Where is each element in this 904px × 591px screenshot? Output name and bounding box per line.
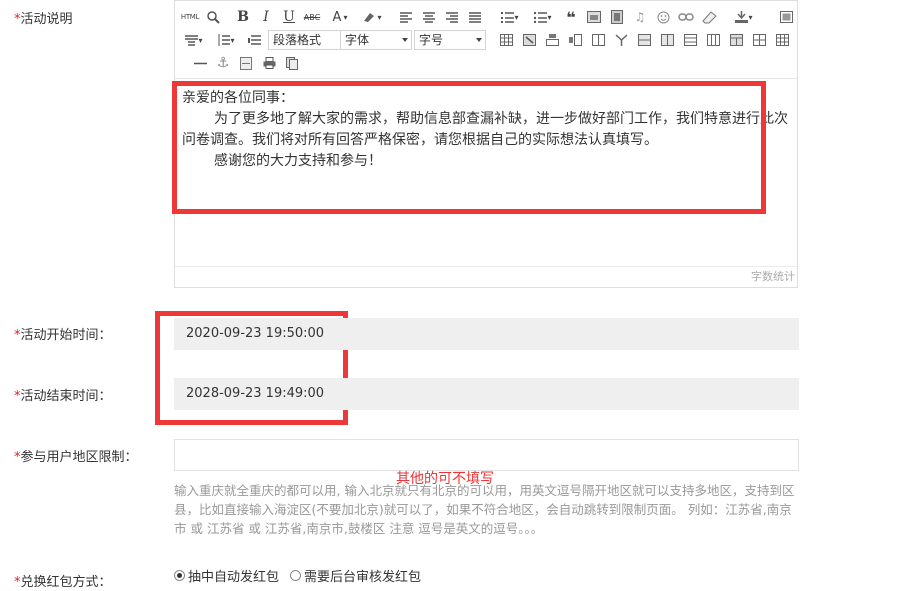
table-props-icon[interactable] [727, 31, 745, 49]
preview-icon[interactable] [204, 8, 222, 26]
radio-auto-redpack-dot[interactable] [174, 570, 185, 581]
blockquote-icon[interactable]: ❝ [562, 8, 580, 27]
link-icon[interactable] [677, 8, 695, 26]
horizontal-rule-icon[interactable] [191, 54, 209, 72]
radio-auto-redpack-label: 抽中自动发红包 [188, 570, 280, 585]
font-family-select[interactable]: 字体 [340, 30, 412, 50]
content-body: 为了更多地了解大家的需求，帮助信息部查漏补缺，进一步做好部门工作，我们特意进行此… [182, 111, 788, 148]
end-time-input[interactable]: 2028-09-23 19:49:00 [174, 378, 799, 410]
insert-table-icon[interactable] [497, 31, 515, 49]
line-height-icon[interactable]: ▾ [213, 31, 239, 49]
ordered-list-icon[interactable]: ▾ [497, 8, 523, 26]
insert-row-before-icon[interactable] [543, 31, 561, 49]
radio-manual-review-redpack[interactable]: 需要后台审核发红包 [290, 566, 421, 585]
bold-icon[interactable]: B [234, 8, 252, 26]
radio-manual-review-label: 需要后台审核发红包 [304, 570, 422, 585]
print-icon[interactable] [260, 54, 278, 72]
editor-toolbar: HTML B I U ABC A ▾ ▾ ▾ ▾ ❝ ♫ ▾ ▾ ▾ 段落格式 字… [175, 1, 797, 79]
insert-col-before-icon[interactable] [566, 31, 584, 49]
redpack-method-label: *兑换红包方式： [14, 575, 112, 590]
italic-icon[interactable]: I [257, 8, 275, 26]
font-color-icon[interactable]: A ▾ [327, 8, 353, 26]
fullscreen-icon[interactable] [777, 8, 795, 26]
underline-icon[interactable]: U [280, 8, 298, 26]
strikethrough-icon[interactable]: ABC [303, 8, 321, 26]
start-time-input[interactable]: 2020-09-23 19:50:00 [174, 318, 799, 350]
html-source-button[interactable]: HTML [179, 8, 201, 26]
pagebreak-icon[interactable] [237, 54, 255, 72]
video-icon[interactable] [608, 8, 626, 26]
anchor-icon[interactable]: ⚓ [214, 54, 232, 72]
line-height-color-icon[interactable]: ▾ [731, 8, 757, 26]
unordered-list-icon[interactable]: ▾ [530, 8, 556, 26]
delete-table-icon[interactable] [520, 31, 538, 49]
cell-props-icon[interactable] [750, 31, 768, 49]
split-cells-icon[interactable] [612, 31, 630, 49]
table-grid-icon[interactable] [773, 31, 791, 49]
split-rows-icon[interactable] [681, 31, 699, 49]
align-left-icon[interactable] [397, 8, 415, 26]
music-icon[interactable]: ♫ [631, 8, 649, 26]
editor-content[interactable]: 亲爱的各位同事： 为了更多地了解大家的需求，帮助信息部查漏补缺，进一步做好部门工… [175, 78, 797, 268]
emotion-icon[interactable] [654, 8, 672, 26]
region-limit-label: *参与用户地区限制： [14, 450, 138, 465]
align-right-icon[interactable] [443, 8, 461, 26]
region-hint-text: 输入重庆就全重庆的都可以用, 输入北京就只有北京的可以用，用英文逗号隔开地区就可… [174, 483, 795, 536]
align-center-icon[interactable] [420, 8, 438, 26]
directionality-icon[interactable] [245, 31, 263, 49]
radio-manual-review-dot[interactable] [290, 570, 301, 581]
content-thanks: 感谢您的大力支持和参与！ [214, 153, 382, 169]
font-size-select[interactable]: 字号 [414, 30, 486, 50]
merge-down-icon[interactable] [658, 31, 676, 49]
radio-auto-redpack[interactable]: 抽中自动发红包 [174, 566, 279, 585]
paragraph-indent-icon[interactable]: ▾ [181, 31, 207, 49]
template-icon[interactable] [283, 54, 301, 72]
start-time-label: *活动开始时间： [14, 328, 112, 343]
activity-desc-label: *活动说明 [14, 12, 73, 27]
merge-cells-icon[interactable] [589, 31, 607, 49]
eraser-icon[interactable] [700, 8, 718, 26]
highlight-color-icon[interactable]: ▾ [359, 8, 385, 26]
merge-right-icon[interactable] [635, 31, 653, 49]
end-time-label: *活动结束时间： [14, 389, 112, 404]
align-justify-icon[interactable] [466, 8, 484, 26]
rich-text-editor: HTML B I U ABC A ▾ ▾ ▾ ▾ ❝ ♫ ▾ ▾ ▾ 段落格式 字… [174, 0, 798, 288]
image-icon[interactable] [585, 8, 603, 26]
word-count: 字数统计 [175, 266, 797, 287]
content-greeting: 亲爱的各位同事： [182, 90, 294, 106]
region-limit-input[interactable] [174, 439, 799, 471]
split-cols-icon[interactable] [704, 31, 722, 49]
